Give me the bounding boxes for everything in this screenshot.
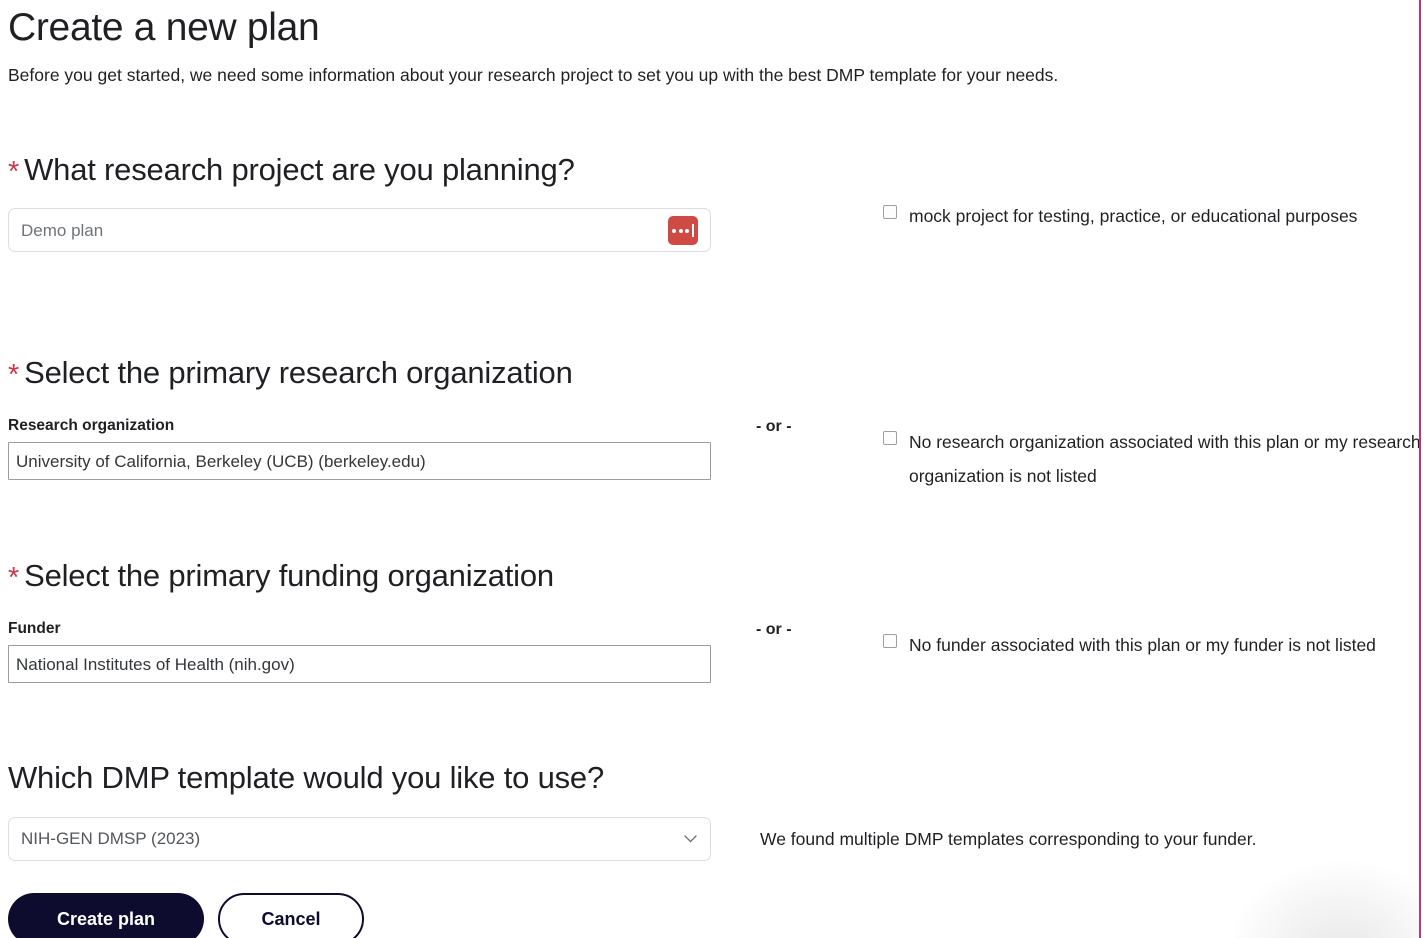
dmp-template-value: NIH-GEN DMSP (2023)	[21, 829, 201, 849]
section-funder-heading: * Select the primary funding organization	[8, 558, 1426, 594]
template-helper-text: We found multiple DMP templates correspo…	[760, 828, 1257, 849]
funder-input[interactable]: National Institutes of Health (nih.gov)	[8, 645, 711, 684]
page-content: Create a new plan Before you get started…	[8, 0, 1426, 938]
no-funder-checkbox[interactable]	[883, 634, 897, 649]
dmp-template-select[interactable]: NIH-GEN DMSP (2023)	[8, 816, 711, 861]
funder-label: Funder	[8, 620, 61, 638]
no-research-organization-checkbox-option[interactable]: No research organization associated with…	[883, 426, 1426, 494]
section-organization-heading-text: Select the primary research organization	[24, 355, 573, 390]
no-funder-checkbox-label: No funder associated with this plan or m…	[909, 635, 1376, 656]
chevron-down-icon	[684, 834, 697, 843]
required-asterisk-icon: *	[8, 156, 20, 188]
template-left-column: NIH-GEN DMSP (2023)	[8, 816, 711, 861]
research-organization-label: Research organization	[8, 417, 175, 435]
section-research-project: * What research project are you planning?…	[8, 152, 1426, 253]
project-name-input[interactable]: Demo plan	[8, 208, 711, 253]
section-project-heading: * What research project are you planning?	[8, 152, 1426, 188]
organization-left-column: Research organization University of Cali…	[8, 417, 711, 481]
no-research-organization-checkbox[interactable]	[883, 431, 897, 446]
section-funding-organization: * Select the primary funding organization…	[8, 558, 1426, 684]
research-organization-value: University of California, Berkeley (UCB)…	[16, 451, 426, 471]
page-intro-text: Before you get started, we need some inf…	[8, 65, 1059, 85]
section-project-heading-text: What research project are you planning?	[24, 152, 575, 187]
create-plan-page: Create a new plan Before you get started…	[0, 0, 1426, 938]
project-mock-checkbox-option[interactable]: mock project for testing, practice, or e…	[883, 200, 1426, 234]
cancel-button[interactable]: Cancel	[218, 893, 364, 938]
project-name-value: Demo plan	[21, 220, 104, 240]
right-edge-gap	[1421, 0, 1426, 938]
research-organization-input[interactable]: University of California, Berkeley (UCB)…	[8, 442, 711, 481]
page-title: Create a new plan	[8, 6, 320, 49]
section-funder-heading-text: Select the primary funding organization	[24, 558, 554, 593]
loading-dots-icon	[668, 216, 698, 246]
organization-or-divider: - or -	[756, 418, 792, 436]
no-research-organization-checkbox-label: No research organization associated with…	[909, 432, 1421, 487]
project-left-column: Demo plan	[8, 208, 711, 253]
project-mock-checkbox-label: mock project for testing, practice, or e…	[909, 206, 1358, 227]
section-template-heading: Which DMP template would you like to use…	[8, 760, 605, 795]
required-asterisk-icon: *	[8, 562, 20, 594]
project-mock-checkbox[interactable]	[883, 205, 897, 220]
required-asterisk-icon: *	[8, 359, 20, 391]
funder-value: National Institutes of Health (nih.gov)	[16, 654, 295, 674]
funder-left-column: Funder National Institutes of Health (ni…	[8, 620, 711, 684]
create-plan-button[interactable]: Create plan	[8, 893, 204, 938]
section-organization-heading: * Select the primary research organizatio…	[8, 355, 1426, 391]
section-dmp-template: Which DMP template would you like to use…	[8, 760, 1426, 861]
section-research-organization: * Select the primary research organizatio…	[8, 355, 1426, 486]
funder-or-divider: - or -	[756, 621, 792, 639]
no-funder-checkbox-option[interactable]: No funder associated with this plan or m…	[883, 629, 1426, 663]
form-actions: Create plan Cancel	[8, 893, 364, 938]
